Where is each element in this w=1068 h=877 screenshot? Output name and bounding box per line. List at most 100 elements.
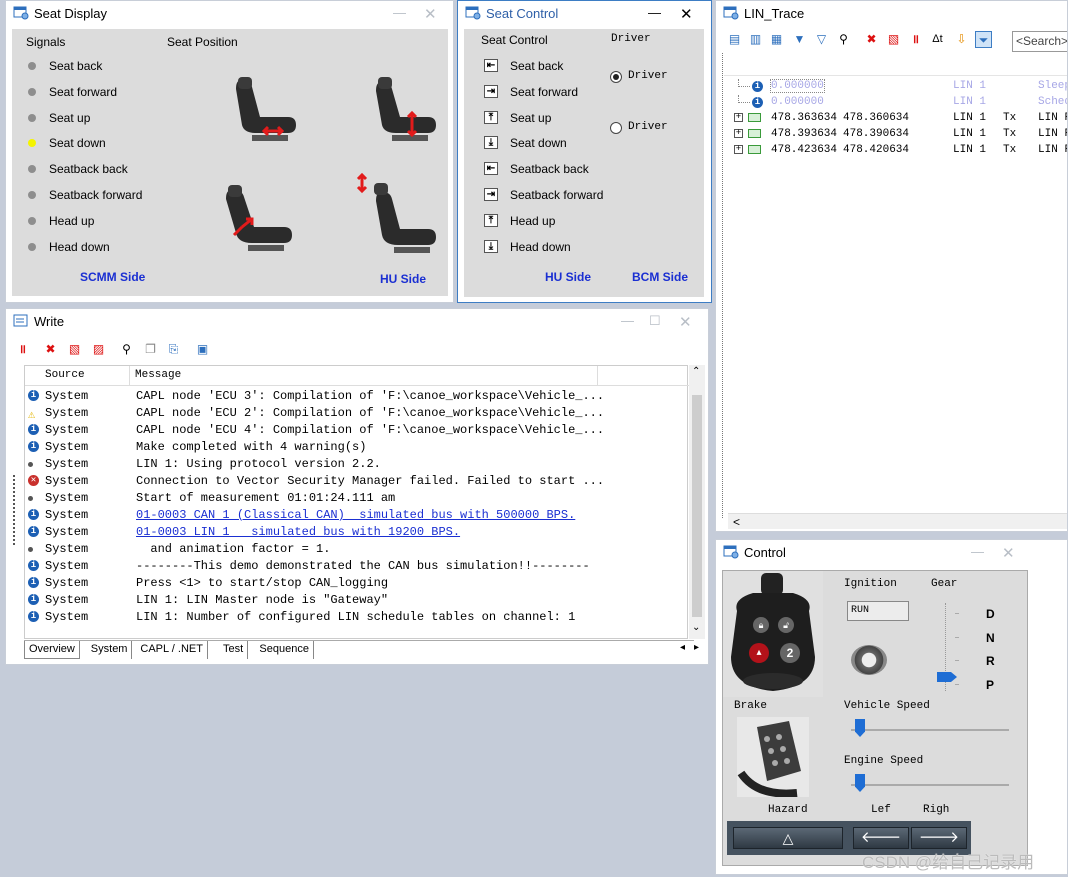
trace-row[interactable]: +478.393634 478.390634 LIN 1 Tx LIN F xyxy=(728,127,1067,144)
trace-row[interactable]: i 0.000000 LIN 1 Sleep xyxy=(728,79,1067,96)
filter-clear-icon[interactable]: ▽ xyxy=(813,31,830,48)
trace-mode-icon[interactable]: ▤ xyxy=(726,31,743,48)
gear-letter[interactable]: R xyxy=(986,654,995,668)
export-icon[interactable]: ⇩ xyxy=(953,31,970,48)
seat-control-button[interactable]: ⇤ Seatback back xyxy=(484,160,604,180)
scroll-up-icon[interactable]: ⌃ xyxy=(692,366,700,377)
write-row[interactable]: System and animation factor = 1. xyxy=(25,541,689,558)
close-button[interactable]: ✕ xyxy=(680,5,693,23)
write-row[interactable]: i System CAPL node 'ECU 4': Compilation of… xyxy=(25,422,689,439)
fob-trunk-button[interactable]: 2 xyxy=(780,643,800,663)
options-icon[interactable]: ▣ xyxy=(194,341,211,358)
tab-overview[interactable]: Overview xyxy=(24,641,80,659)
engine-speed-slider[interactable] xyxy=(855,774,865,792)
scroll-thumb[interactable] xyxy=(692,395,702,617)
delta-time-icon[interactable]: Δt xyxy=(929,31,946,48)
maximize-button[interactable]: ☐ xyxy=(649,313,661,329)
message-cell[interactable]: 01-0003 CAN 1 (Classical CAN) simulated … xyxy=(136,508,575,522)
minimize-button[interactable]: — xyxy=(648,5,661,20)
trace-horizontal-scrollbar[interactable]: < xyxy=(728,513,1067,529)
gear-selector-handle[interactable] xyxy=(937,672,957,682)
message-cell[interactable]: 01-0003 LIN 1 simulated bus with 19200 B… xyxy=(136,525,460,539)
write-titlebar[interactable]: Write — ☐ ✕ xyxy=(6,309,708,335)
ignition-key-switch[interactable] xyxy=(851,645,887,675)
expand-toggle-icon[interactable]: + xyxy=(734,145,743,154)
write-row[interactable]: i System CAPL node 'ECU 3': Compilation of… xyxy=(25,388,689,405)
columns-icon[interactable]: ▦ xyxy=(768,31,785,48)
seat-control-button[interactable]: ⇥ Seatback forward xyxy=(484,186,604,206)
pause-icon[interactable]: ॥ xyxy=(907,31,924,48)
export-icon[interactable]: ⎘ xyxy=(165,341,182,358)
active-filter-icon[interactable]: ⏷ xyxy=(975,31,992,48)
gear-letter[interactable]: P xyxy=(986,678,994,692)
clear-page-icon[interactable]: ▧ xyxy=(66,341,83,358)
control-titlebar[interactable]: Control — ✕ xyxy=(716,540,1067,566)
lin-trace-titlebar[interactable]: LIN_Trace xyxy=(716,1,1067,27)
write-row[interactable]: System LIN 1: Using protocol version 2.2. xyxy=(25,456,689,473)
clear-icon[interactable]: ✖ xyxy=(863,31,880,48)
trace-vertical-splitter[interactable] xyxy=(722,53,724,518)
find-icon[interactable]: ⚲ xyxy=(835,31,852,48)
write-row[interactable]: System Start of measurement 01:01:24.111 … xyxy=(25,490,689,507)
trace-row[interactable]: +478.423634 478.420634 LIN 1 Tx LIN F xyxy=(728,143,1067,160)
find-icon[interactable]: ⚲ xyxy=(118,341,135,358)
seat-control-titlebar[interactable]: Seat Control — ✕ xyxy=(458,1,711,27)
write-row[interactable]: i System 01-0003 CAN 1 (Classical CAN) sim… xyxy=(25,507,689,524)
write-vertical-scrollbar[interactable]: ⌃ ⌄ xyxy=(689,365,705,639)
scroll-left-button[interactable]: < xyxy=(733,515,740,529)
radio-button[interactable] xyxy=(610,122,622,134)
fob-panic-button[interactable]: ▴ xyxy=(749,643,769,663)
seat-control-button[interactable]: ⤓ Head down xyxy=(484,238,604,258)
message-column-header[interactable]: Message xyxy=(135,369,181,381)
hazard-button[interactable]: △ xyxy=(733,827,843,849)
write-row[interactable]: i System Press <1> to start/stop CAN_loggi… xyxy=(25,575,689,592)
seat-display-titlebar[interactable]: Seat Display — ✕ xyxy=(6,1,453,27)
tab-scroll-left-icon[interactable]: ◂ xyxy=(680,642,685,653)
seat-control-button[interactable]: ⇤ Seat back xyxy=(484,57,604,77)
brake-pedal-image[interactable] xyxy=(737,717,809,797)
fob-unlock-button[interactable]: 🔓︎ xyxy=(778,617,794,633)
filter-icon[interactable]: ▼ xyxy=(791,31,808,48)
copy-icon[interactable]: ❐ xyxy=(142,341,159,358)
tab-scroll-right-icon[interactable]: ▸ xyxy=(694,642,699,653)
close-button[interactable]: ✕ xyxy=(1002,544,1015,562)
left-indicator-button[interactable]: 🡐 xyxy=(853,827,909,849)
write-row[interactable]: i System Make completed with 4 warning(s) xyxy=(25,439,689,456)
tab-sequence[interactable]: Sequence xyxy=(255,641,314,659)
clear-all-icon[interactable]: ▨ xyxy=(90,341,107,358)
column-divider[interactable] xyxy=(597,366,598,386)
tab-capl-net[interactable]: CAPL / .NET xyxy=(136,641,208,659)
tab-system[interactable]: System xyxy=(87,641,133,659)
minimize-button[interactable]: — xyxy=(621,313,634,328)
scroll-down-icon[interactable]: ⌄ xyxy=(692,622,700,633)
seat-control-button[interactable]: ⤓ Seat down xyxy=(484,134,604,154)
gear-letter[interactable]: D xyxy=(986,607,995,621)
trace-row[interactable]: +478.363634 478.360634 LIN 1 Tx LIN F xyxy=(728,111,1067,128)
write-row[interactable]: ⚠ System CAPL node 'ECU 2': Compilation of… xyxy=(25,405,689,422)
write-row[interactable]: i System 01-0003 LIN 1 simulated bus with … xyxy=(25,524,689,541)
driver-radio-option[interactable]: Driver xyxy=(610,70,690,86)
expand-toggle-icon[interactable]: + xyxy=(734,129,743,138)
gear-letter[interactable]: N xyxy=(986,631,995,645)
vehicle-speed-slider[interactable] xyxy=(855,719,865,737)
trace-row[interactable]: i 0.000000 LIN 1 Sched xyxy=(728,95,1067,112)
seat-control-button[interactable]: ⤒ Head up xyxy=(484,212,604,232)
clear-icon[interactable]: ✖ xyxy=(42,341,59,358)
detail-view-icon[interactable]: ▥ xyxy=(747,31,764,48)
driver-radio-option[interactable]: Driver xyxy=(610,121,690,137)
seat-control-button[interactable]: ⤒ Seat up xyxy=(484,109,604,129)
minimize-button[interactable]: — xyxy=(393,5,406,20)
right-indicator-button[interactable]: 🡒 xyxy=(911,827,967,849)
fob-lock-button[interactable]: 🔒︎ xyxy=(753,617,769,633)
delete-icon[interactable]: ▧ xyxy=(885,31,902,48)
pause-icon[interactable]: ॥ xyxy=(14,341,31,358)
minimize-button[interactable]: — xyxy=(971,544,984,559)
close-button[interactable]: ✕ xyxy=(679,313,692,331)
tab-test[interactable]: Test xyxy=(219,641,249,659)
search-box[interactable]: <Search> xyxy=(1012,31,1067,52)
expand-toggle-icon[interactable]: + xyxy=(734,113,743,122)
column-divider[interactable] xyxy=(129,366,130,386)
write-row[interactable]: ✕ System Connection to Vector Security Man… xyxy=(25,473,689,490)
write-row[interactable]: i System --------This demo demonstrated th… xyxy=(25,558,689,575)
write-row[interactable]: i System LIN 1: Number of configured LIN s… xyxy=(25,609,689,626)
